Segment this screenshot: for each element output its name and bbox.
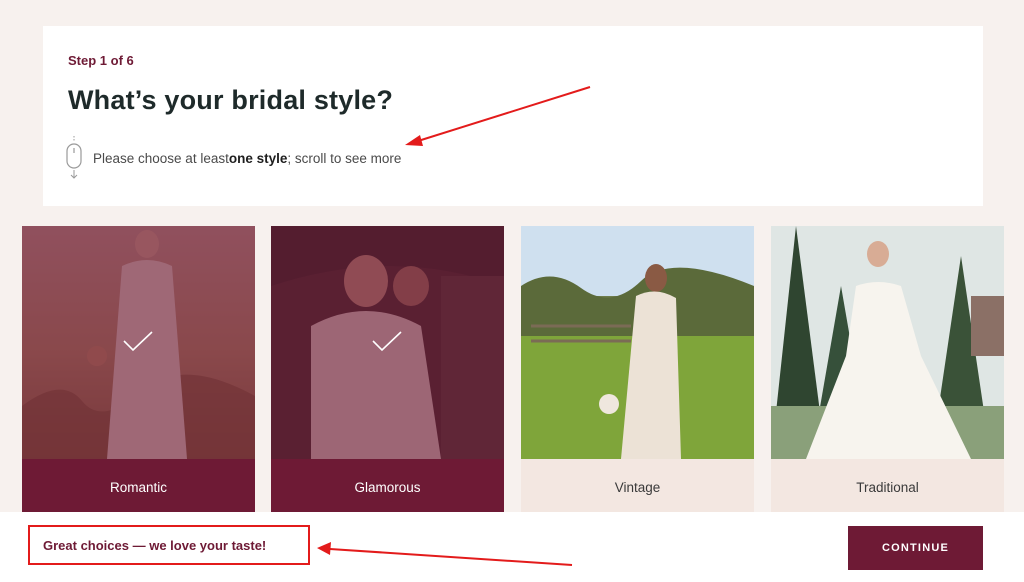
vintage-photo: [521, 226, 754, 459]
hint-text-prefix: Please choose at least: [93, 150, 229, 166]
checkmark-icon: [123, 331, 153, 352]
page-title: What’s your bridal style?: [68, 85, 394, 115]
style-card-traditional[interactable]: Traditional: [771, 226, 1004, 516]
footer-bar: Great choices — we love your taste! CONT…: [0, 512, 1024, 582]
scroll-hint: Please choose at least one style ; scrol…: [65, 136, 401, 180]
feedback-message: Great choices — we love your taste!: [28, 525, 310, 565]
style-label: Romantic: [22, 459, 255, 516]
traditional-photo: [771, 226, 1004, 459]
style-label: Glamorous: [271, 459, 504, 516]
style-card-romantic[interactable]: Romantic: [22, 226, 255, 516]
hint-text-bold: one style: [228, 150, 288, 166]
mouse-scroll-icon: [66, 136, 82, 179]
continue-button[interactable]: CONTINUE: [848, 526, 983, 570]
hint-text-suffix: ; scroll to see more: [287, 150, 402, 166]
header-card: Step 1 of 6 What’s your bridal style? Pl…: [43, 26, 983, 206]
style-label: Traditional: [771, 459, 1004, 516]
style-label: Vintage: [521, 459, 754, 516]
style-card-glamorous[interactable]: Glamorous: [271, 226, 504, 516]
step-indicator: Step 1 of 6: [68, 53, 134, 68]
style-card-grid: Romantic Glamorous Vintage Traditional: [22, 226, 1006, 516]
checkmark-icon: [372, 331, 402, 352]
style-card-vintage[interactable]: Vintage: [521, 226, 754, 516]
